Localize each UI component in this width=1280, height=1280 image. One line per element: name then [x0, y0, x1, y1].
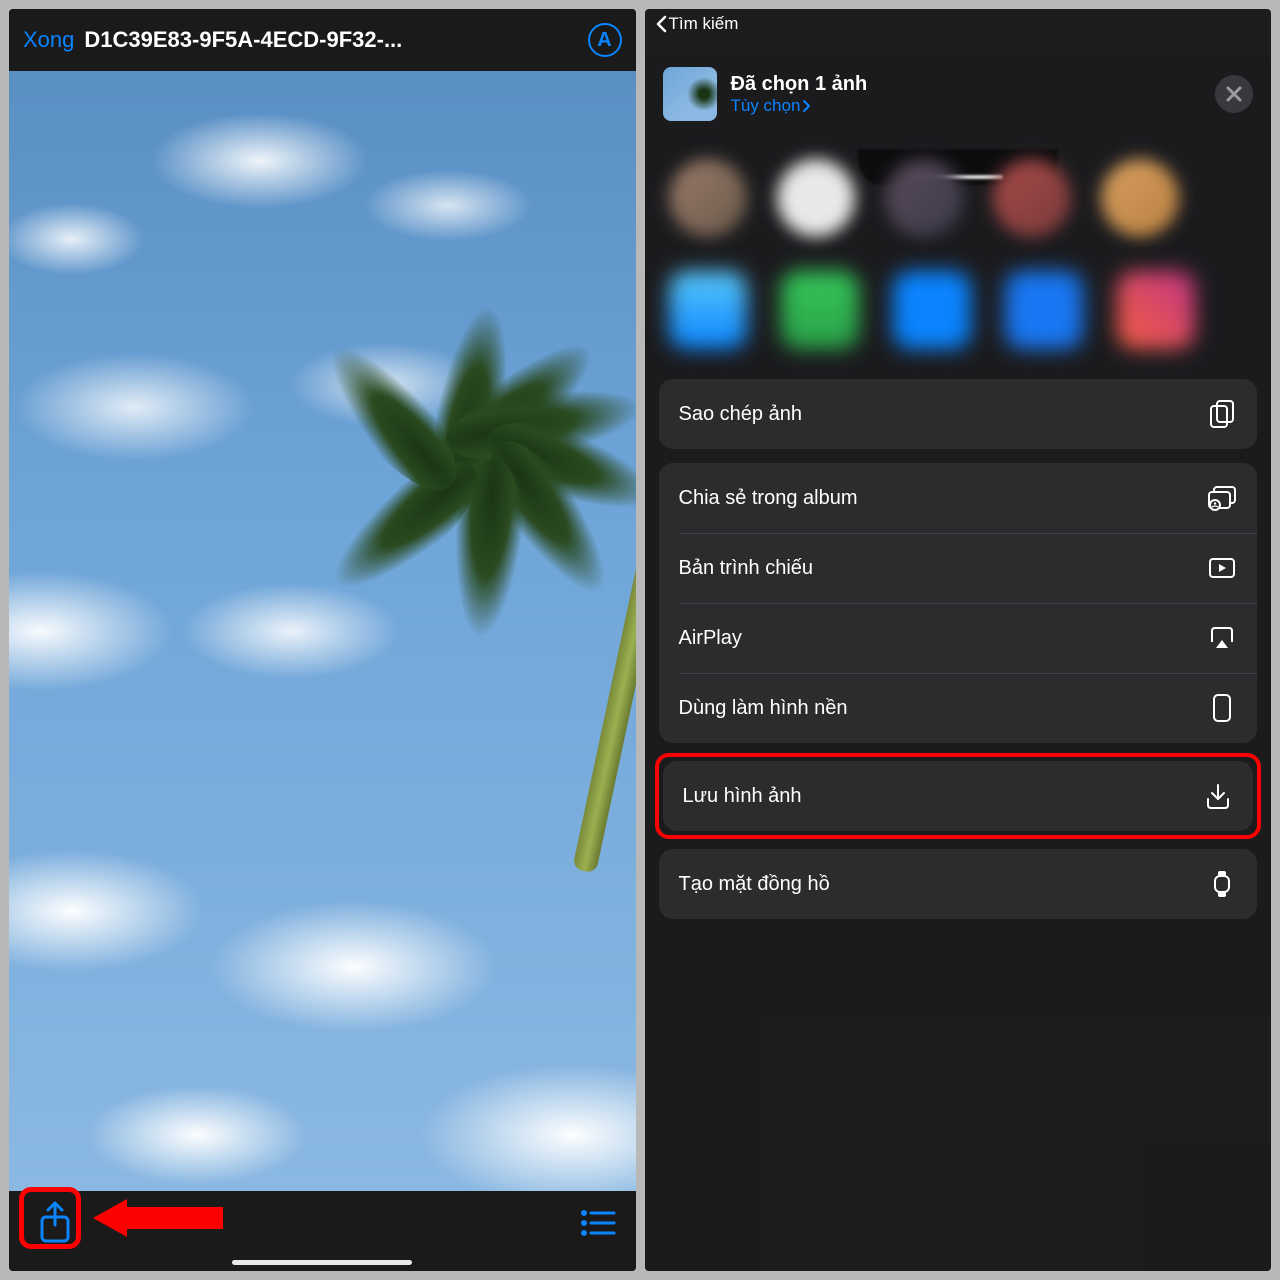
done-button[interactable]: Xong — [23, 27, 74, 53]
photo-preview-pane: Xong D1C39E83-9F5A-4ECD-9F32-... A — [9, 9, 636, 1271]
action-airplay[interactable]: AirPlay — [659, 603, 1258, 673]
close-icon — [1225, 85, 1243, 103]
share-sheet-pane: Tìm kiếm Đã chọn 1 ảnh Tùy chọn — [645, 9, 1272, 1271]
play-rect-icon — [1207, 553, 1237, 583]
markup-icon[interactable]: A — [588, 23, 622, 57]
action-label: Chia sẻ trong album — [679, 487, 858, 510]
share-sheet: Đã chọn 1 ảnh Tùy chọn — [645, 49, 1272, 1271]
phone-icon — [1207, 693, 1237, 723]
album-person-icon — [1207, 483, 1237, 513]
preview-header: Xong D1C39E83-9F5A-4ECD-9F32-... A — [9, 9, 636, 71]
chevron-left-icon — [655, 15, 667, 33]
sheet-header: Đã chọn 1 ảnh Tùy chọn — [645, 49, 1272, 135]
file-title: D1C39E83-9F5A-4ECD-9F32-... — [84, 27, 577, 53]
action-shared-album[interactable]: Chia sẻ trong album — [659, 463, 1258, 533]
copy-icon — [1207, 399, 1237, 429]
back-to-search[interactable]: Tìm kiếm — [645, 9, 1272, 37]
action-label: Lưu hình ảnh — [683, 785, 802, 808]
photo-content[interactable] — [9, 71, 636, 1191]
share-highlight-box — [19, 1187, 81, 1249]
action-save-image[interactable]: Lưu hình ảnh — [663, 761, 1254, 831]
action-copy-photo[interactable]: Sao chép ảnh — [659, 379, 1258, 449]
home-indicator — [232, 1260, 412, 1265]
action-create-watchface[interactable]: Tạo mặt đồng hồ — [659, 849, 1258, 919]
list-button[interactable] — [580, 1209, 616, 1237]
save-highlight-box: Lưu hình ảnh — [655, 753, 1262, 839]
selection-thumbnail — [663, 67, 717, 121]
download-icon — [1203, 781, 1233, 811]
chevron-right-icon — [802, 99, 812, 113]
close-button[interactable] — [1215, 75, 1253, 113]
airplay-icon — [1207, 623, 1237, 653]
palm-tree — [336, 321, 636, 871]
action-label: Sao chép ảnh — [679, 403, 802, 426]
action-label: Bản trình chiếu — [679, 557, 814, 580]
action-label: Dùng làm hình nền — [679, 697, 848, 720]
action-wallpaper[interactable]: Dùng làm hình nền — [659, 673, 1258, 743]
action-slideshow[interactable]: Bản trình chiếu — [659, 533, 1258, 603]
arrow-annotation — [93, 1191, 223, 1245]
back-label: Tìm kiếm — [669, 14, 739, 34]
sheet-title: Đã chọn 1 ảnh — [731, 73, 1202, 96]
action-label: AirPlay — [679, 627, 742, 650]
action-list: Sao chép ảnh Chia sẻ trong album Bản trì… — [645, 379, 1272, 919]
action-label: Tạo mặt đồng hồ — [679, 873, 830, 896]
watch-icon — [1207, 869, 1237, 899]
options-button[interactable]: Tùy chọn — [731, 96, 1202, 116]
share-apps-row[interactable] — [645, 261, 1272, 379]
airdrop-contacts-row[interactable] — [645, 135, 1272, 261]
